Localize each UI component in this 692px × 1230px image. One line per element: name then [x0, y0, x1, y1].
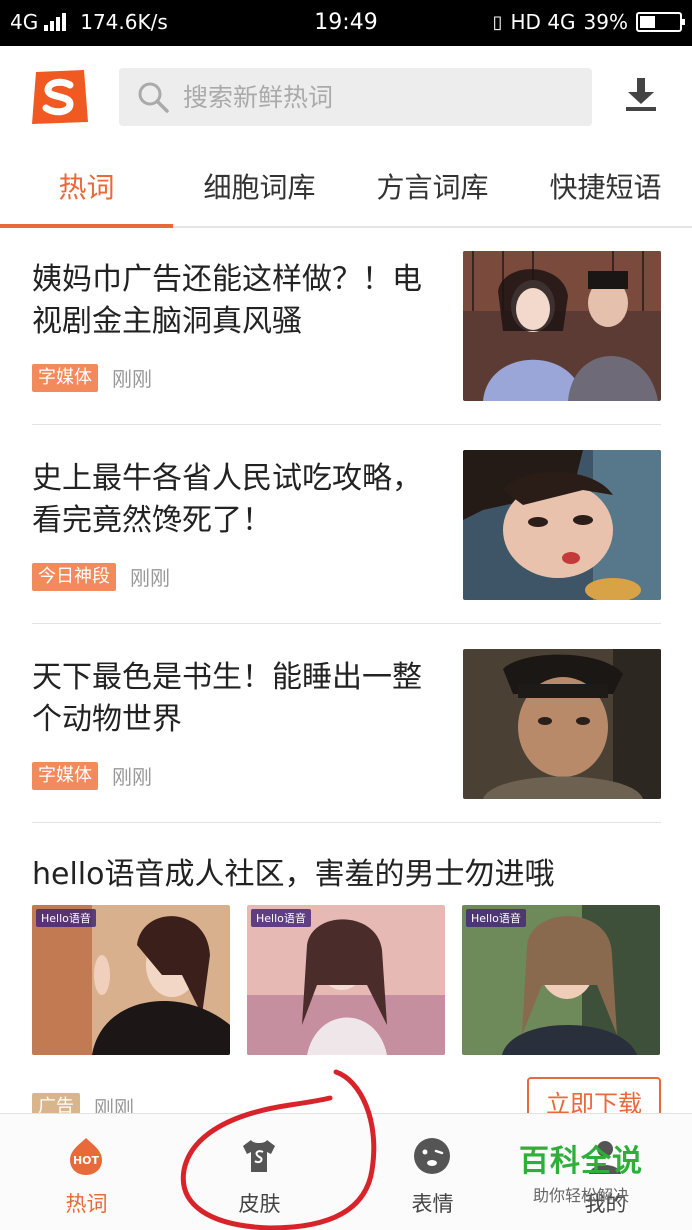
feed-item[interactable]: 姨妈巾广告还能这样做？！电视剧金主脑洞真风骚 字媒体 刚刚 — [32, 251, 661, 401]
ad-photo-1 — [32, 905, 230, 1055]
search-icon — [138, 82, 169, 113]
nav-label: 皮肤 — [238, 1192, 281, 1216]
category-tabs: 热词 细胞词库 方言词库 快捷短语 — [0, 150, 692, 228]
watermark-subtitle: 助你轻松解决 — [532, 1186, 629, 1205]
emoji-icon — [414, 1138, 450, 1174]
post-time: 刚刚 — [112, 367, 152, 391]
watermark-title: 百科全说 — [519, 1144, 643, 1179]
watermark: 百科全说 助你轻松解决 — [516, 1136, 646, 1206]
hot-icon: HOT — [70, 1138, 102, 1175]
divider — [32, 623, 661, 624]
feed-title[interactable]: 天下最色是书生！能睡出一整个动物世界 — [32, 657, 447, 741]
tab-quick-phrases[interactable]: 快捷短语 — [519, 150, 692, 226]
post-time: 刚刚 — [112, 765, 152, 789]
feed-meta: 字媒体 刚刚 — [32, 363, 152, 392]
hot-icon-text: HOT — [73, 1154, 100, 1167]
search-bar[interactable] — [119, 68, 592, 126]
feed-thumbnail[interactable] — [463, 450, 661, 600]
status-bar: 4G 174.6K/s 19:49 ▯ HD 4G 39% — [0, 0, 692, 46]
ad-badge: Hello语音 — [251, 909, 311, 927]
feed-meta: 今日神段 刚刚 — [32, 562, 170, 591]
tab-hot-words[interactable]: 热词 — [0, 150, 173, 226]
divider — [32, 424, 661, 425]
feed-title[interactable]: 史上最牛各省人民试吃攻略，看完竟然馋死了！ — [32, 458, 447, 542]
feed-thumbnail[interactable] — [463, 649, 661, 799]
download-icon[interactable] — [624, 76, 658, 112]
source-tag: 字媒体 — [32, 363, 98, 392]
ad-title[interactable]: hello语音成人社区，害羞的男士勿进哦 — [32, 854, 555, 896]
ad-image[interactable]: Hello语音 — [462, 905, 660, 1055]
sogou-logo-icon[interactable] — [28, 68, 90, 126]
ad-image[interactable]: Hello语音 — [32, 905, 230, 1055]
nav-skin[interactable]: 皮肤 — [173, 1114, 346, 1230]
network-hd: HD 4G — [510, 10, 576, 34]
feed-meta: 字媒体 刚刚 — [32, 761, 152, 790]
header — [0, 46, 692, 150]
tab-dialect-lexicon[interactable]: 方言词库 — [346, 150, 519, 226]
source-tag: 今日神段 — [32, 562, 116, 591]
feed-item[interactable]: 天下最色是书生！能睡出一整个动物世界 字媒体 刚刚 — [32, 649, 661, 799]
vibrate-icon: ▯ — [492, 11, 503, 33]
feed-title[interactable]: 姨妈巾广告还能这样做？！电视剧金主脑洞真风骚 — [32, 259, 447, 343]
battery-icon — [636, 12, 685, 32]
ad-photo-3 — [462, 905, 660, 1055]
source-tag: 字媒体 — [32, 761, 98, 790]
active-tab-indicator — [0, 224, 173, 228]
search-input[interactable] — [183, 68, 583, 126]
ad-badge: Hello语音 — [466, 909, 526, 927]
nav-label: 表情 — [411, 1192, 454, 1216]
nav-emoji[interactable]: 表情 — [346, 1114, 519, 1230]
ad-image[interactable]: Hello语音 — [247, 905, 445, 1055]
nav-label: 热词 — [65, 1192, 108, 1216]
tab-cell-lexicon[interactable]: 细胞词库 — [173, 150, 346, 226]
nav-hot-words[interactable]: HOT 热词 — [0, 1114, 173, 1230]
ad-badge: Hello语音 — [36, 909, 96, 927]
feed-thumbnail[interactable] — [463, 251, 661, 401]
divider — [32, 822, 661, 823]
feed-item[interactable]: 史上最牛各省人民试吃攻略，看完竟然馋死了！ 今日神段 刚刚 — [32, 450, 661, 600]
battery-percent: 39% — [583, 10, 628, 34]
skin-shirt-icon — [243, 1140, 275, 1172]
post-time: 刚刚 — [130, 566, 170, 590]
ad-photo-2 — [247, 905, 445, 1055]
